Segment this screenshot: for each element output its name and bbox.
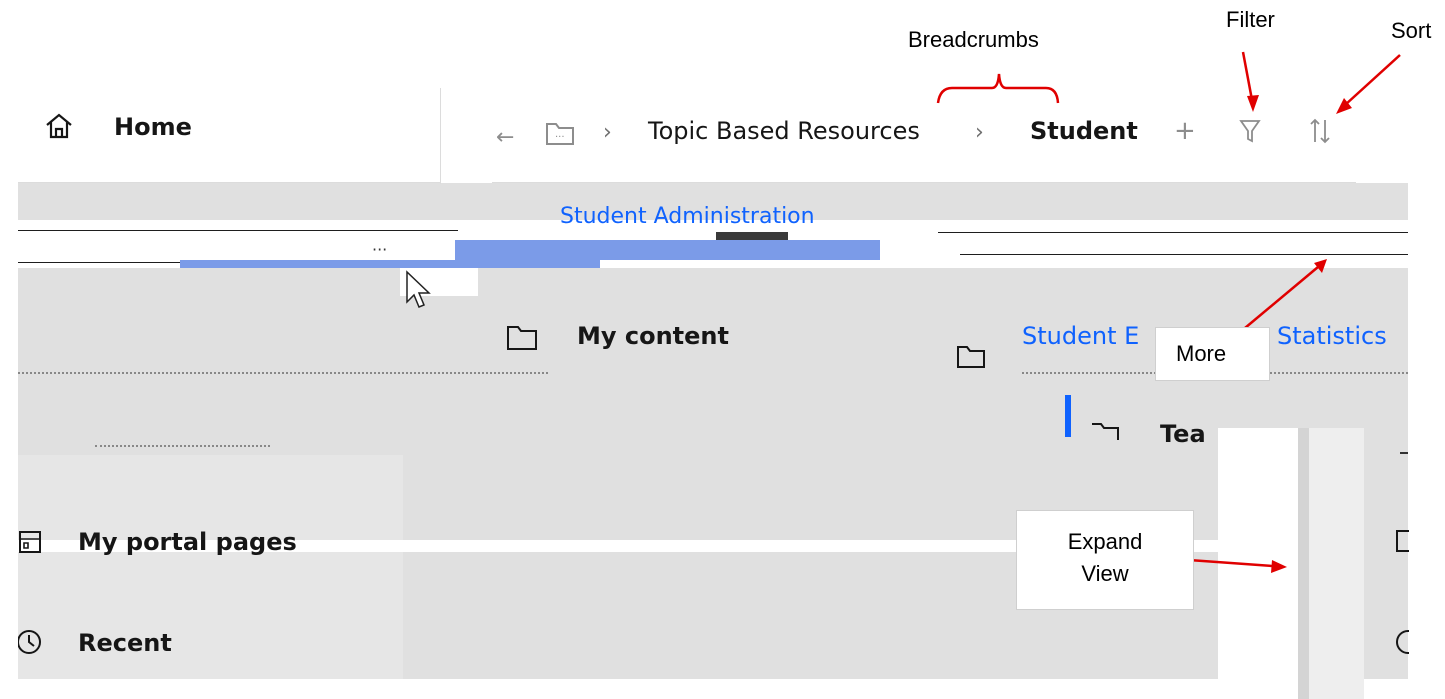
annotation-expand-view: Expand View <box>1067 529 1143 586</box>
annotation-more: More <box>1176 341 1227 366</box>
annotation-more-box: More <box>1155 327 1270 381</box>
annotation-expand-view-box: Expand View <box>1016 510 1194 610</box>
annotation-breadcrumbs: Breadcrumbs <box>908 27 1039 52</box>
annotation-sort: Sort <box>1391 18 1432 43</box>
annotation-filter: Filter <box>1226 7 1275 32</box>
